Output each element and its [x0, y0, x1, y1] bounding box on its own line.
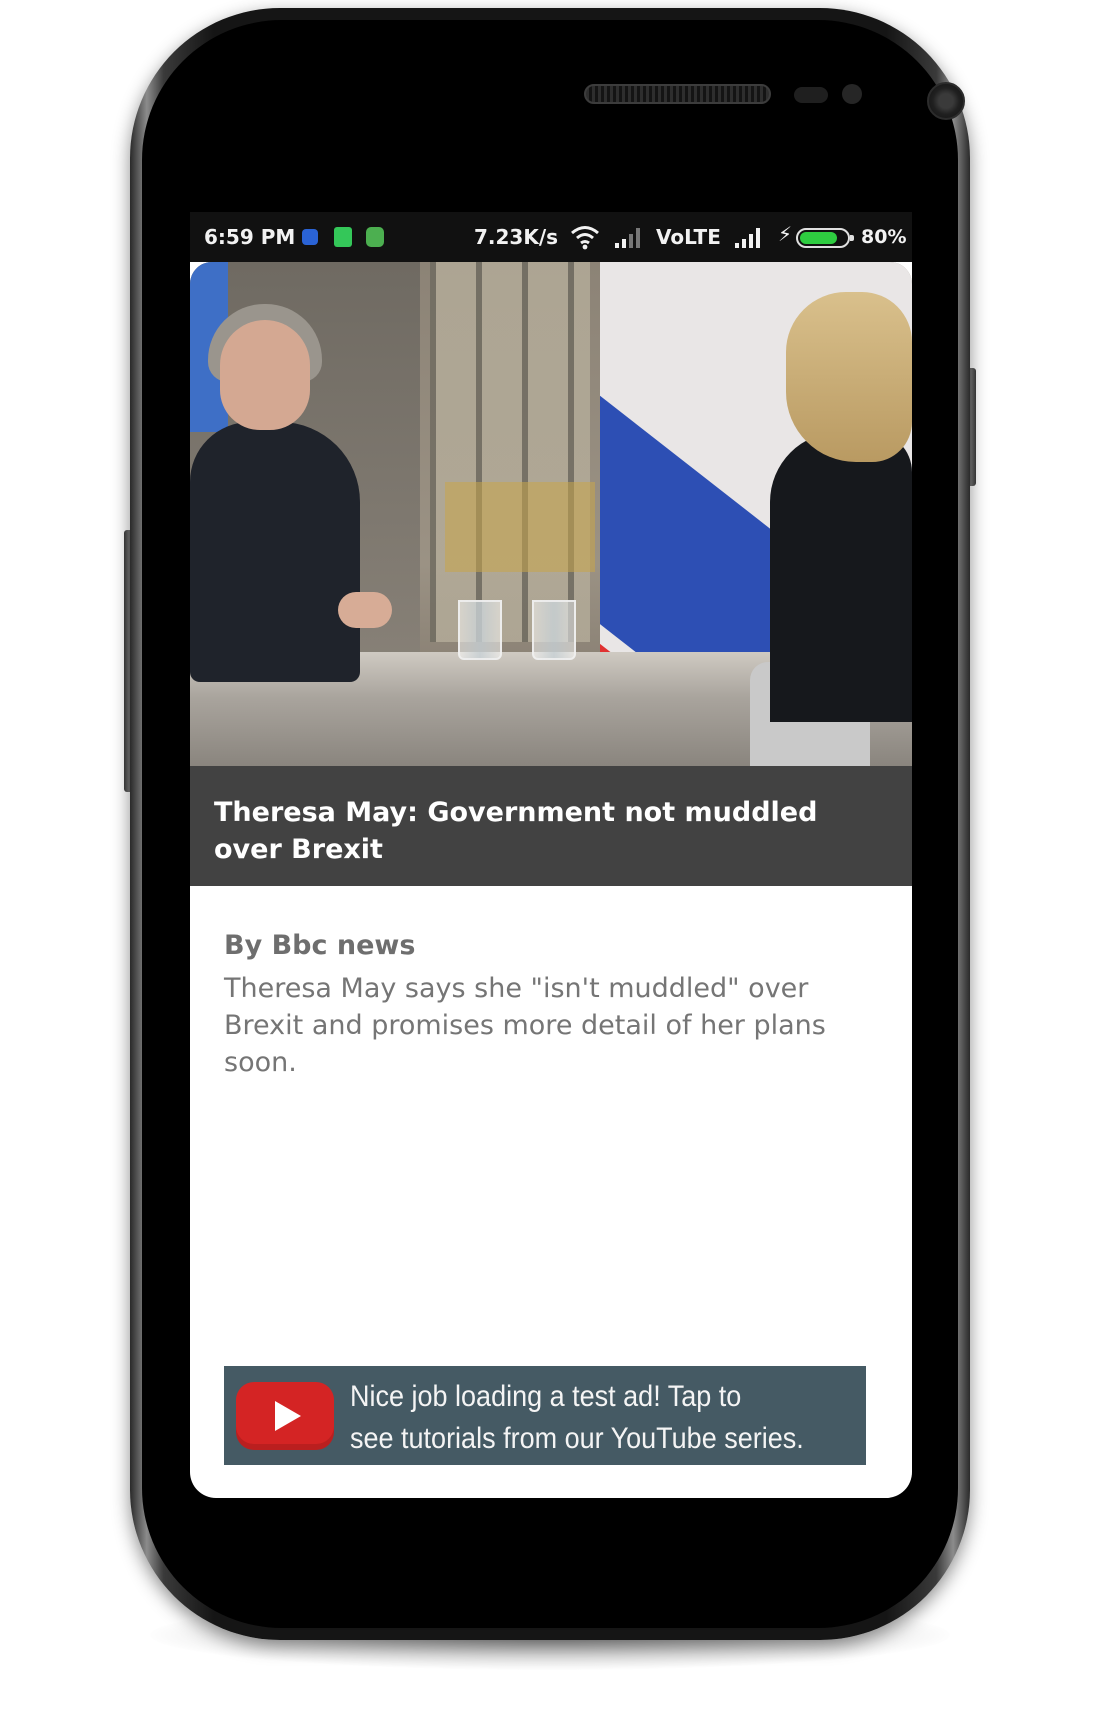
charging-icon: ⚡	[778, 222, 793, 246]
test-ad-banner[interactable]: Nice job loading a test ad! Tap to see t…	[224, 1366, 866, 1465]
battery-level	[800, 232, 837, 244]
image-interviewer-hair	[786, 292, 912, 462]
battery-icon	[796, 228, 854, 248]
wifi-icon	[571, 226, 599, 250]
status-time: 6:59 PM	[204, 225, 296, 249]
android-icon	[366, 227, 384, 247]
image-glass	[458, 600, 502, 660]
youtube-icon	[236, 1382, 334, 1450]
article-image[interactable]	[190, 262, 912, 766]
front-camera	[927, 82, 965, 120]
image-glass	[532, 600, 576, 660]
vpn-icon	[302, 229, 318, 245]
article-title-band[interactable]: Theresa May: Government not muddled over…	[190, 766, 912, 886]
article-title: Theresa May: Government not muddled over…	[214, 797, 818, 865]
battery-percent: 80%	[861, 226, 907, 248]
network-type: VoLTE	[656, 225, 721, 249]
ad-text-line1: Nice job loading a test ad! Tap to	[350, 1380, 742, 1413]
ad-text: Nice job loading a test ad! Tap to see t…	[350, 1376, 807, 1460]
sim-card-icon	[334, 227, 352, 247]
image-detail	[445, 482, 595, 572]
image-person-hand	[338, 592, 392, 628]
signal-icon	[735, 228, 760, 248]
proximity-sensor	[794, 87, 828, 103]
play-icon	[275, 1401, 301, 1431]
image-background	[430, 262, 590, 642]
earpiece-speaker	[584, 84, 771, 104]
article-byline: By Bbc news	[224, 930, 416, 961]
light-sensor	[842, 84, 862, 104]
image-person-face	[220, 320, 310, 430]
battery-tip	[850, 235, 854, 241]
signal-icon	[615, 228, 640, 248]
article-summary: Theresa May says she "isn't muddled" ove…	[224, 973, 826, 1078]
network-speed: 7.23K/s	[474, 225, 559, 249]
status-bar: 6:59 PM 7.23K/s VoLTE ⚡ 80%	[190, 212, 912, 262]
ad-text-line2: see tutorials from our YouTube series.	[350, 1422, 804, 1455]
image-person	[190, 422, 360, 682]
image-interviewer	[770, 432, 912, 722]
app-screen: 6:59 PM 7.23K/s VoLTE ⚡ 80% Theresa May:…	[190, 212, 912, 1498]
